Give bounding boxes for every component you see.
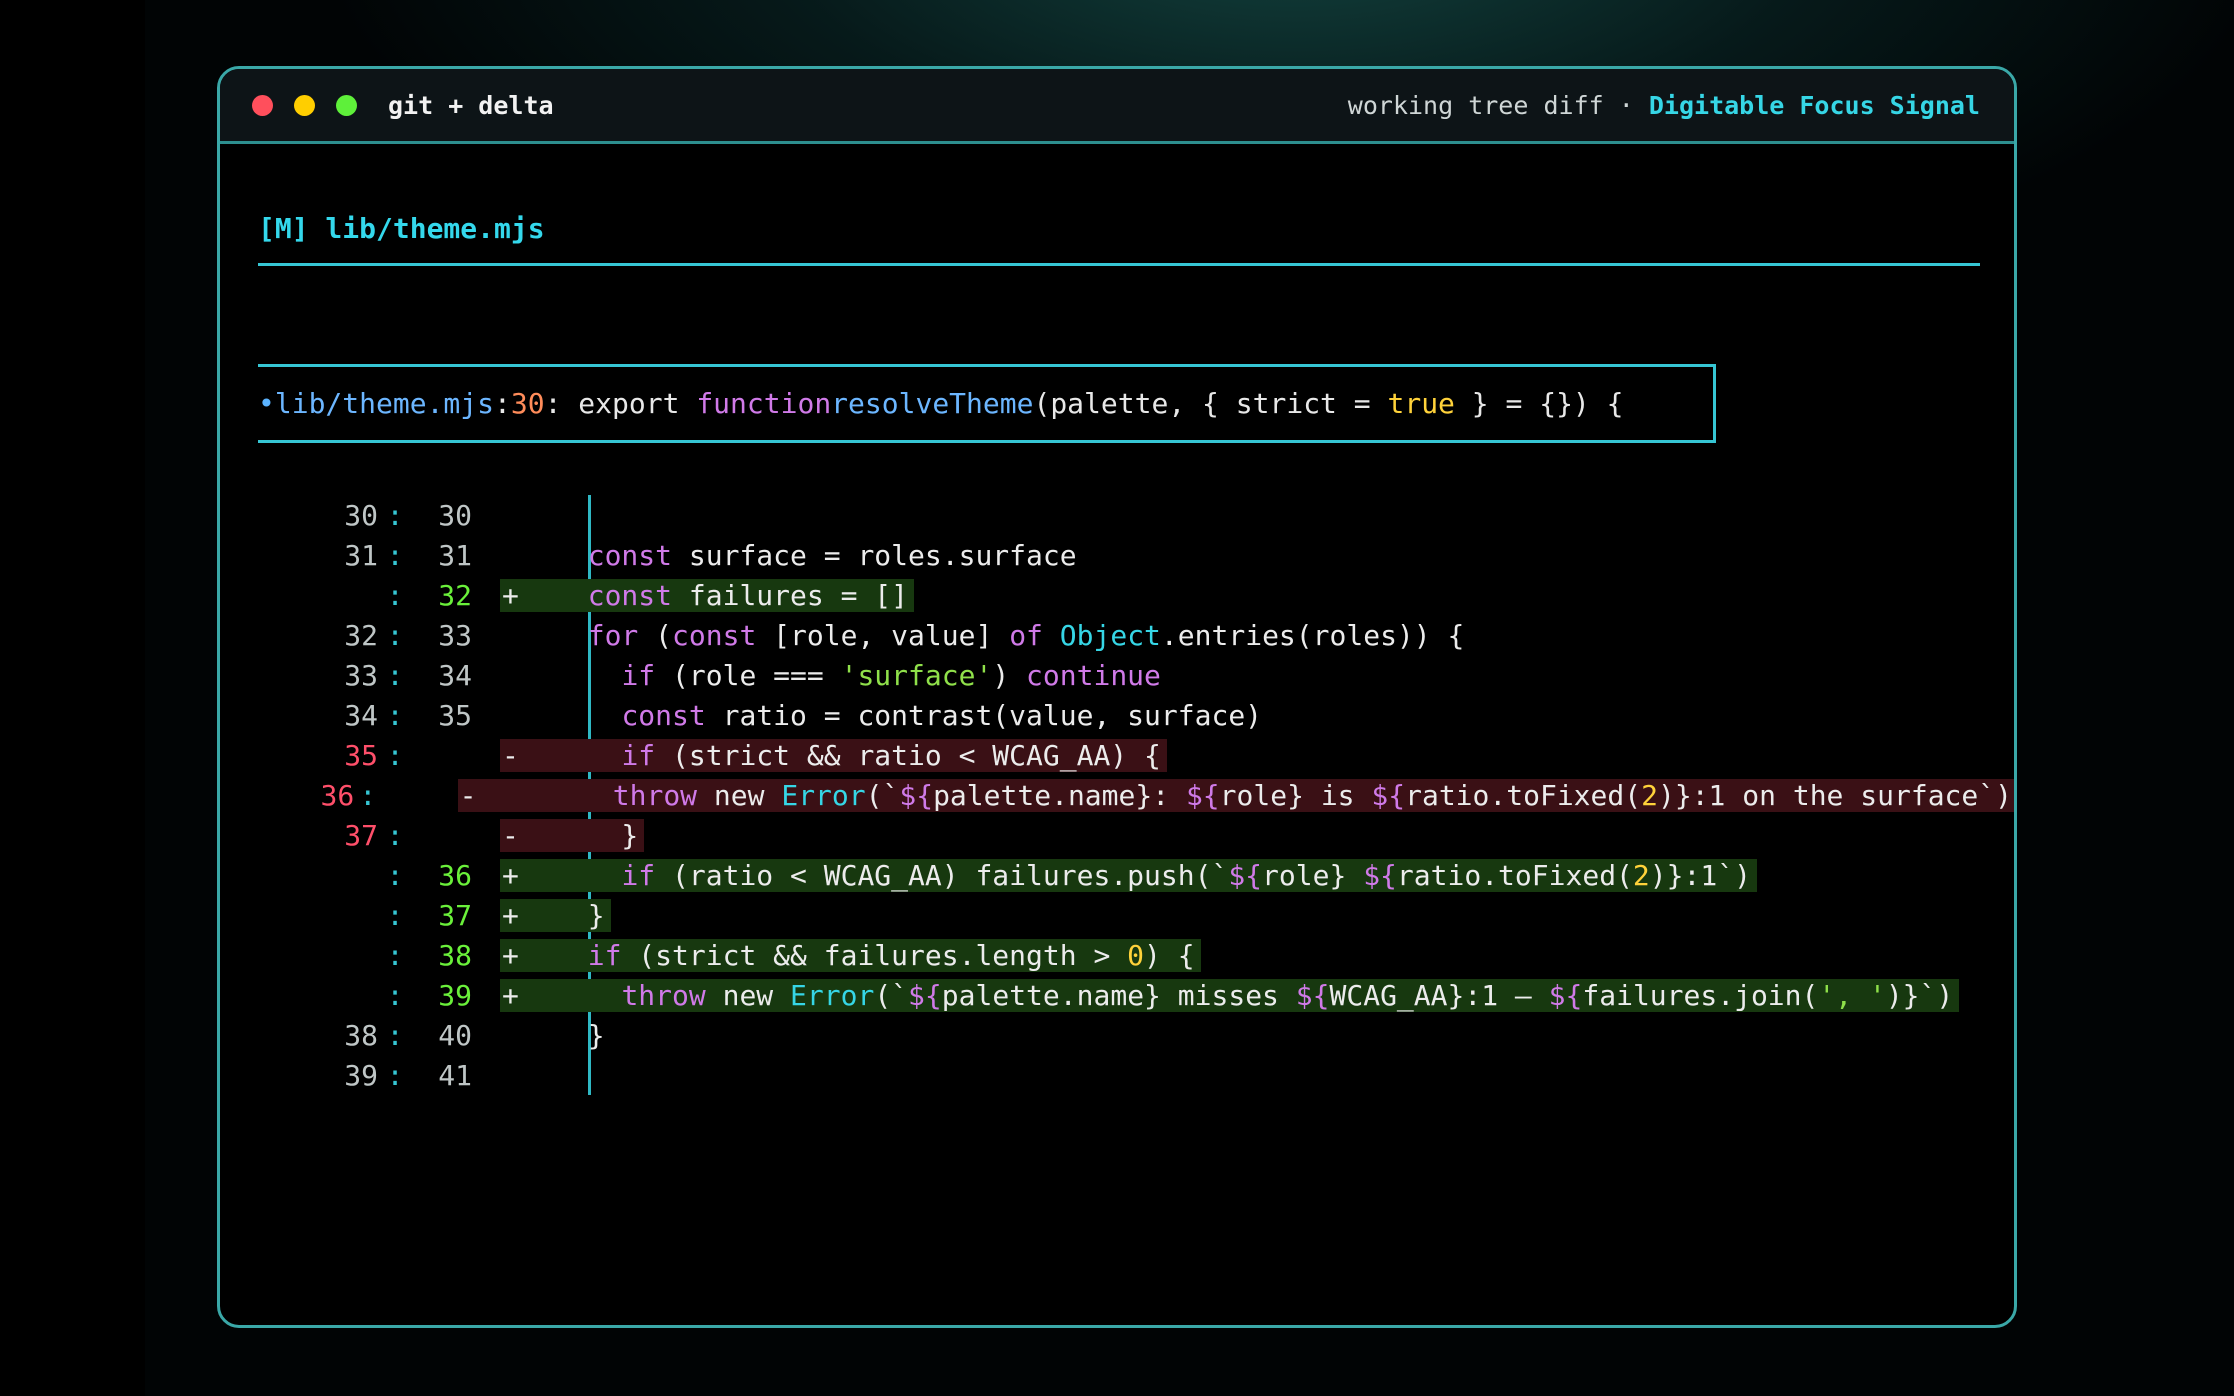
window-title: git + delta [388, 90, 554, 120]
old-line-number: 33 [344, 658, 378, 692]
context-code: for (const [role, value] of Object.entri… [587, 618, 1465, 652]
line-number-separator: : [386, 818, 404, 852]
diff-line: 32:33 for (const [role, value] of Object… [258, 615, 2014, 655]
line-number-separator: : [386, 938, 404, 972]
line-number-separator: : [386, 1058, 404, 1092]
new-line-number: 34 [438, 658, 472, 692]
new-line-number: 30 [438, 498, 472, 532]
title-bar: git + delta working tree diff · Digitabl… [220, 69, 2014, 144]
new-line-number: 39 [438, 978, 472, 1012]
terminal-window: git + delta working tree diff · Digitabl… [217, 66, 2017, 1328]
window-meta: working tree diff · Digitable Focus Sign… [1348, 91, 1980, 120]
new-line-number: 31 [438, 538, 472, 572]
diff-line: 38:40 } [258, 1015, 2014, 1055]
removed-code: - if (strict && ratio < WCAG_AA) { [500, 738, 1167, 772]
added-code: + throw new Error(`${palette.name} misse… [500, 978, 1960, 1012]
maximize-button[interactable] [336, 94, 357, 116]
added-code: + if (strict && failures.length > 0) { [500, 938, 1201, 972]
hunk-sig-b: } = {}) { [1454, 387, 1624, 420]
diff-line: 34:35 const ratio = contrast(value, surf… [258, 695, 2014, 735]
diff-line: :38 + if (strict && failures.length > 0) … [258, 935, 2014, 975]
line-number-separator: : [386, 578, 404, 612]
diff-line: 37: - } [258, 815, 2014, 855]
new-line-number: 38 [438, 938, 472, 972]
hunk-file: lib/theme.mjs [274, 387, 495, 420]
old-line-number: 32 [344, 618, 378, 652]
context-code [500, 499, 560, 532]
line-number-separator: : [386, 658, 404, 692]
diff-line: 39:41 [258, 1055, 2014, 1095]
diff-line: 35: - if (strict && ratio < WCAG_AA) { [258, 735, 2014, 775]
hunk-line-number: 30 [510, 387, 545, 420]
old-line-number: 37 [344, 818, 378, 852]
diff-line: :39 + throw new Error(`${palette.name} mi… [258, 975, 2014, 1015]
diff-line: 31:31 const surface = roles.surface [258, 535, 2014, 575]
old-line-number: 34 [344, 698, 378, 732]
close-button[interactable] [252, 94, 273, 116]
line-number-separator: : [386, 898, 404, 932]
line-number-separator: : [386, 538, 404, 572]
new-line-number: 32 [438, 578, 472, 612]
hunk-sig-prefix: : export [544, 387, 697, 420]
old-line-number: 39 [344, 1058, 378, 1092]
diff-line: 33:34 if (role === 'surface') continue [258, 655, 2014, 695]
diff-lines: 30:30 31:31 const surface = roles.surfac… [258, 495, 2014, 1095]
added-code: + const failures = [] [500, 578, 915, 612]
new-line-number: 41 [438, 1058, 472, 1092]
line-number-separator: : [386, 498, 404, 532]
old-line-number: 30 [344, 498, 378, 532]
new-line-number: 40 [438, 1018, 472, 1052]
diff-line: 30:30 [258, 495, 2014, 535]
diff-line: :37 + } [258, 895, 2014, 935]
old-line-number: 31 [344, 538, 378, 572]
old-line-number: 36 [320, 778, 355, 812]
removed-code: - throw new Error(`${palette.name}: ${ro… [457, 778, 2014, 812]
hunk-header[interactable]: • lib/theme.mjs:30: export function reso… [258, 364, 1716, 443]
context-code [500, 1059, 560, 1092]
new-line-number: 36 [438, 858, 472, 892]
line-number-separator: : [386, 738, 404, 772]
diff-line: :32 + const failures = [] [258, 575, 2014, 615]
diff-mode-label: working tree diff [1347, 90, 1604, 120]
hunk-sig-a: (palette, { strict = [1033, 387, 1388, 420]
hunk-function-name: resolveTheme [831, 387, 1034, 420]
removed-code: - } [500, 818, 645, 852]
minimize-button[interactable] [294, 94, 315, 116]
line-number-separator: : [386, 1018, 404, 1052]
added-code: + if (ratio < WCAG_AA) failures.push(`${… [500, 858, 1757, 892]
old-line-number: 38 [344, 1018, 378, 1052]
new-line-number: 35 [438, 698, 472, 732]
diff-line: 36: - throw new Error(`${palette.name}: $… [258, 775, 2014, 815]
line-number-separator: : [386, 858, 404, 892]
hunk-colon: : [494, 387, 511, 420]
hunk-bullet-icon: • [258, 387, 275, 420]
line-number-separator: : [386, 618, 404, 652]
meta-separator: · [1618, 90, 1634, 120]
theme-name: Digitable Focus Signal [1648, 90, 1980, 120]
context-code: const ratio = contrast(value, surface) [621, 698, 1263, 732]
hunk-keyword: function [696, 387, 832, 420]
hunk-bool: true [1387, 387, 1455, 420]
context-code: const surface = roles.surface [587, 538, 1077, 572]
line-number-separator: : [386, 978, 404, 1012]
diff-line: :36 + if (ratio < WCAG_AA) failures.push(… [258, 855, 2014, 895]
added-code: + } [500, 898, 611, 932]
file-header[interactable]: [M] lib/theme.mjs [258, 212, 1980, 266]
old-line-number: 35 [344, 738, 378, 772]
context-code: if (role === 'surface') continue [621, 658, 1161, 692]
new-line-number: 33 [438, 618, 472, 652]
new-line-number: 37 [438, 898, 472, 932]
line-number-separator: : [386, 698, 404, 732]
line-number-separator: : [359, 778, 377, 812]
context-code: } [554, 1018, 605, 1052]
